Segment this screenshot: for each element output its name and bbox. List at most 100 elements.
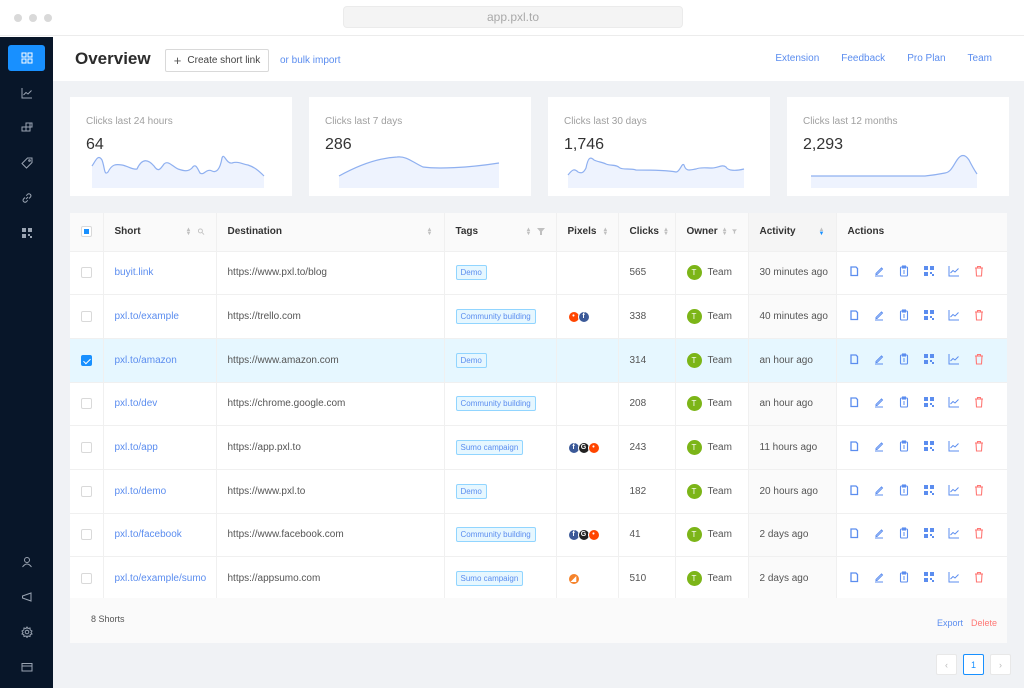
page-button[interactable]: 1 xyxy=(963,654,984,675)
copy-icon[interactable] xyxy=(848,396,860,411)
sort-icon[interactable]: ▲ ▼ xyxy=(663,227,669,237)
column-header-short[interactable]: Short ▲ ▼ xyxy=(103,213,217,252)
table-row[interactable]: pxl.to/dev https://chrome.google.com Commu… xyxy=(70,382,1007,427)
tag-badge[interactable]: Demo xyxy=(455,265,487,281)
sort-icon[interactable]: ▲ ▼ xyxy=(427,227,433,237)
copy-icon[interactable] xyxy=(848,265,860,280)
delete-icon[interactable] xyxy=(973,484,985,499)
nav-pro-plan[interactable]: Pro Plan xyxy=(907,53,945,64)
table-row[interactable]: pxl.to/demo https://www.pxl.to Demo 182 T Tea… xyxy=(70,469,1007,514)
edit-icon[interactable] xyxy=(873,396,885,411)
table-row[interactable]: buyit.link https://www.pxl.to/blog Demo 565… xyxy=(70,251,1007,296)
analytics-icon[interactable] xyxy=(948,353,960,368)
table-row[interactable]: pxl.to/example/sumo https://appsumo.com Su… xyxy=(70,556,1007,601)
row-checkbox[interactable] xyxy=(81,310,92,322)
edit-icon[interactable] xyxy=(873,571,885,586)
analytics-icon[interactable] xyxy=(948,484,960,499)
clipboard-icon[interactable] xyxy=(898,571,910,586)
tag-badge[interactable]: Sumo campaign xyxy=(455,571,524,587)
sidebar-item-billing[interactable] xyxy=(8,654,45,680)
nav-extension[interactable]: Extension xyxy=(775,53,819,64)
row-checkbox[interactable] xyxy=(81,485,92,497)
clipboard-icon[interactable] xyxy=(898,484,910,499)
tag-badge[interactable]: Community building xyxy=(455,396,536,412)
export-button[interactable]: Export xyxy=(937,618,963,628)
qr-code-icon[interactable] xyxy=(923,527,935,542)
table-row[interactable]: pxl.to/example https://trello.com Communit… xyxy=(70,294,1007,339)
create-short-link-button[interactable]: + Create short link xyxy=(165,49,269,72)
edit-icon[interactable] xyxy=(873,440,885,455)
analytics-icon[interactable] xyxy=(948,309,960,324)
edit-icon[interactable] xyxy=(873,353,885,368)
qr-code-icon[interactable] xyxy=(923,484,935,499)
short-link[interactable]: pxl.to/app xyxy=(115,442,158,453)
copy-icon[interactable] xyxy=(848,309,860,324)
qr-code-icon[interactable] xyxy=(923,396,935,411)
clipboard-icon[interactable] xyxy=(898,527,910,542)
row-checkbox[interactable] xyxy=(81,354,92,366)
column-header-pixels[interactable]: Pixels ▲ ▼ xyxy=(556,213,619,252)
sidebar-item-dashboard[interactable] xyxy=(8,45,45,71)
table-row[interactable]: pxl.to/amazon https://www.amazon.com Demo 3… xyxy=(70,338,1007,383)
analytics-icon[interactable] xyxy=(948,265,960,280)
sidebar-item-account[interactable] xyxy=(8,549,45,575)
filter-icon[interactable] xyxy=(536,228,545,236)
tag-badge[interactable]: Community building xyxy=(455,527,536,543)
edit-icon[interactable] xyxy=(873,265,885,280)
window-maximize-dot[interactable] xyxy=(44,14,52,22)
sort-icon[interactable]: ▲ ▼ xyxy=(722,227,728,237)
delete-icon[interactable] xyxy=(973,396,985,411)
delete-button[interactable]: Delete xyxy=(971,618,997,628)
row-checkbox[interactable] xyxy=(81,529,92,541)
sidebar-item-analytics[interactable] xyxy=(8,80,45,106)
qr-code-icon[interactable] xyxy=(923,571,935,586)
edit-icon[interactable] xyxy=(873,484,885,499)
copy-icon[interactable] xyxy=(848,571,860,586)
delete-icon[interactable] xyxy=(973,571,985,586)
edit-icon[interactable] xyxy=(873,309,885,324)
copy-icon[interactable] xyxy=(848,527,860,542)
sidebar-item-settings[interactable] xyxy=(8,619,45,645)
qr-code-icon[interactable] xyxy=(923,265,935,280)
column-header-destination[interactable]: Destination ▲ ▼ xyxy=(216,213,445,252)
clipboard-icon[interactable] xyxy=(898,440,910,455)
sidebar-item-tags[interactable] xyxy=(8,150,45,176)
prev-page-button[interactable]: ‹ xyxy=(936,654,957,675)
row-checkbox[interactable] xyxy=(81,398,92,410)
analytics-icon[interactable] xyxy=(948,571,960,586)
sort-icon[interactable]: ▲ ▼ xyxy=(526,227,532,237)
bulk-import-link[interactable]: or bulk import xyxy=(280,55,341,66)
short-link[interactable]: pxl.to/example xyxy=(115,311,179,322)
clipboard-icon[interactable] xyxy=(898,353,910,368)
clipboard-icon[interactable] xyxy=(898,309,910,324)
clipboard-icon[interactable] xyxy=(898,396,910,411)
filter-icon[interactable] xyxy=(731,228,737,235)
table-row[interactable]: pxl.to/facebook https://www.facebook.com C… xyxy=(70,513,1007,558)
delete-icon[interactable] xyxy=(973,353,985,368)
nav-team[interactable]: Team xyxy=(968,53,992,64)
short-link[interactable]: pxl.to/dev xyxy=(115,398,158,409)
window-minimize-dot[interactable] xyxy=(29,14,37,22)
column-header-clicks[interactable]: Clicks ▲ ▼ xyxy=(618,213,676,252)
short-link[interactable]: buyit.link xyxy=(115,267,154,278)
tag-badge[interactable]: Demo xyxy=(455,352,487,368)
tag-badge[interactable]: Demo xyxy=(455,483,487,499)
copy-icon[interactable] xyxy=(848,484,860,499)
short-link[interactable]: pxl.to/facebook xyxy=(115,529,182,540)
qr-code-icon[interactable] xyxy=(923,440,935,455)
delete-icon[interactable] xyxy=(973,527,985,542)
short-link[interactable]: pxl.to/demo xyxy=(115,486,167,497)
short-link[interactable]: pxl.to/example/sumo xyxy=(115,573,207,584)
sidebar-item-blocks[interactable] xyxy=(8,115,45,141)
tag-badge[interactable]: Sumo campaign xyxy=(455,440,524,456)
table-row[interactable]: pxl.to/app https://app.pxl.to Sumo campaig… xyxy=(70,425,1007,470)
sort-icon[interactable]: ▲ ▼ xyxy=(602,227,608,237)
analytics-icon[interactable] xyxy=(948,396,960,411)
row-checkbox[interactable] xyxy=(81,573,92,585)
column-header-activity[interactable]: Activity ▲ ▼ xyxy=(748,213,837,252)
short-link[interactable]: pxl.to/amazon xyxy=(115,355,177,366)
analytics-icon[interactable] xyxy=(948,527,960,542)
sidebar-item-qr-codes[interactable] xyxy=(8,220,45,246)
row-checkbox[interactable] xyxy=(81,442,92,454)
next-page-button[interactable]: › xyxy=(990,654,1011,675)
